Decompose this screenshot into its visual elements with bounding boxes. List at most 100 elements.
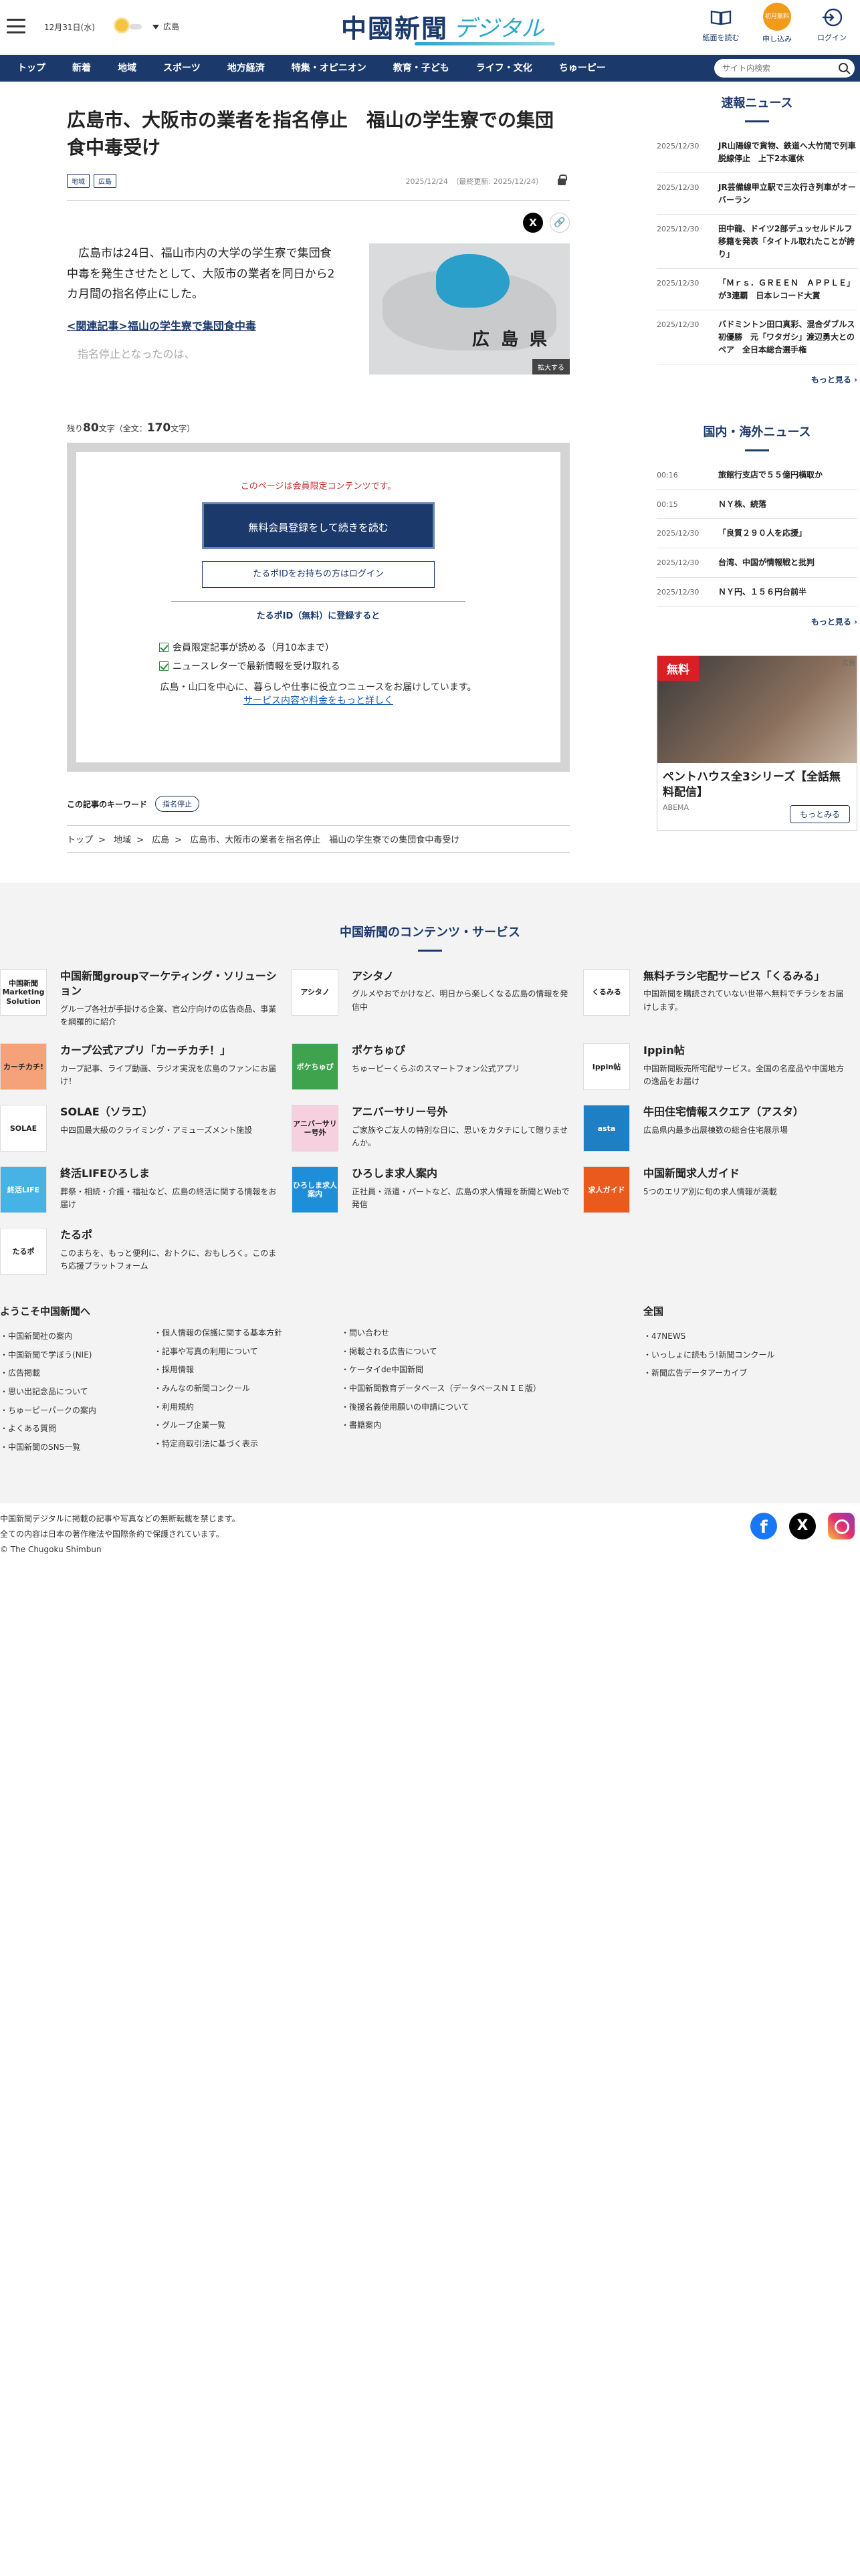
news-item[interactable]: 2025/12/30 JR芸備線甲立駅で三次行き列車がオーバーラン — [657, 173, 857, 215]
news-time: 2025/12/30 — [657, 225, 700, 234]
footer-link[interactable]: 新聞広告データアーカイブ — [643, 1364, 831, 1383]
x-icon[interactable]: X — [789, 1513, 816, 1539]
footer-link[interactable]: 問い合わせ — [341, 1324, 643, 1343]
service-item[interactable]: 終活LIFE 終活LIFEひろしま 葬祭・相続・介護・福祉など、広島の終活に関する情… — [0, 1166, 292, 1214]
footer-link[interactable]: ケータイde中国新聞 — [341, 1361, 643, 1380]
tag-hiroshima[interactable]: 広島 — [94, 173, 116, 188]
nav-item-new[interactable]: 新着 — [59, 55, 104, 82]
search-icon[interactable] — [839, 63, 848, 72]
footer-link[interactable]: 中国新聞で学ぼう(NIE) — [0, 1346, 154, 1365]
footer-link[interactable]: グループ企業一覧 — [154, 1416, 341, 1435]
tag-region[interactable]: 地域 — [67, 173, 90, 188]
service-item[interactable]: 中国新聞 Marketing Solution 中国新聞groupマーケティング・… — [0, 969, 292, 1029]
article-body: 広島市は24日、福山市内の大学の学生寮で集団食中毒を発生させたとして、大阪市の業… — [67, 243, 570, 404]
footer-link[interactable]: 採用情報 — [154, 1361, 341, 1380]
footer-link[interactable]: 思い出記念品について — [0, 1383, 154, 1402]
service-name: アニバーサリー号外 — [352, 1105, 448, 1119]
footer-col-2: 個人情報の保護に関する基本方針記事や写真の利用について採用情報みんなの新聞コンク… — [154, 1304, 341, 1457]
service-item[interactable]: ひろしま求人案内 ひろしま求人案内 正社員・派遣・パートなど、広島の求人情報を新聞と… — [292, 1166, 583, 1214]
remain-suffix: 文字（全文： — [98, 424, 147, 434]
ad-more-button[interactable]: もっとみる — [789, 805, 850, 824]
service-item[interactable]: asta 牛田住宅情報スクエア（アスタ） 広島県内最多出展棟数の総合住宅展示場 — [583, 1105, 851, 1152]
service-logo: アニバーサリー号外 — [292, 1105, 338, 1152]
register-button[interactable]: 無料会員登録をして続きを読む — [202, 502, 435, 550]
x-share-icon[interactable]: X — [523, 213, 543, 233]
news-item[interactable]: 2025/12/30 台湾、中国が情報戦と批判 — [657, 548, 857, 578]
news-item[interactable]: 00:16 旅館行支店で５５億円横取か — [657, 461, 857, 490]
region-selector[interactable]: 広島 — [152, 21, 179, 32]
news-item[interactable]: 2025/12/30 「Ｍｒｓ．ＧＲＥＥＮ ＡＰＰＬＥ」が3連覇 日本レコード大賞 — [657, 269, 857, 311]
footer-link[interactable]: 中国新聞のSNS一覧 — [0, 1438, 154, 1457]
service-item[interactable]: カーチカチ! カープ公式アプリ「カーチカチ！」 カープ記事、ライブ動画、ラジオ実況を… — [0, 1043, 292, 1091]
footer-link[interactable]: みんなの新聞コンクール — [154, 1380, 341, 1398]
footer-link[interactable]: 中国新聞社の案内 — [0, 1327, 154, 1346]
map-image[interactable]: 広 島 県 拡大する — [369, 243, 570, 375]
service-text: ポケちゅぴ ちゅーピーくらぶのスマートフォン公式アプリ — [352, 1043, 572, 1075]
service-item[interactable]: くるみる 無料チラシ宅配サービス「くるみる」 中国新聞を購読されていない世帯へ無料で… — [583, 969, 851, 1029]
facebook-icon[interactable]: f — [750, 1513, 777, 1539]
footer-link[interactable]: 書籍案内 — [341, 1416, 643, 1435]
advertisement[interactable]: 無料 広告 ペントハウス全3シリーズ【全話無料配信】 ABEMA もっとみる — [657, 655, 857, 831]
copy-link-icon[interactable]: 🔗 — [550, 213, 570, 233]
service-item[interactable]: 求人ガイド 中国新聞求人ガイド 5つのエリア別に旬の求人情報が満載 — [583, 1166, 851, 1214]
join-button[interactable]: 初月無料 申し込み — [756, 3, 798, 44]
search-input[interactable] — [722, 64, 836, 73]
nav-item-education[interactable]: 教育・子ども — [380, 55, 463, 82]
nav-item-economy[interactable]: 地方経済 — [214, 55, 278, 82]
service-description: 中四国最大級のクライミング・アミューズメント施設 — [60, 1125, 253, 1135]
service-item[interactable]: アニバーサリー号外 アニバーサリー号外 ご家族やご友人の特別な日に、思いをカタチにし… — [292, 1105, 583, 1152]
news-item[interactable]: 2025/12/30 田中龍、ドイツ2部デュッセルドルフ移籍を発表「タイトル取れた… — [657, 215, 857, 270]
service-item[interactable]: ポケちゅぴ ポケちゅぴ ちゅーピーくらぶのスマートフォン公式アプリ — [292, 1043, 583, 1091]
footer-link[interactable]: よくある質問 — [0, 1420, 154, 1438]
service-name: 牛田住宅情報スクエア（アスタ） — [643, 1105, 804, 1119]
service-details-link[interactable]: サービス内容や料金をもっと詳しく — [243, 695, 393, 706]
sunny-weather-icon — [114, 17, 130, 33]
login-with-id-button[interactable]: たるポIDをお持ちの方はログイン — [202, 561, 435, 588]
nav-item-opinion[interactable]: 特集・オピニオン — [278, 55, 380, 82]
related-article-link[interactable]: <関連記事>福山の学生寮で集団食中毒 — [67, 317, 341, 333]
keyword-chip[interactable]: 指名停止 — [155, 796, 200, 813]
site-logo[interactable]: 中國新聞 デジタル — [341, 9, 559, 45]
breadcrumb-hiroshima[interactable]: 広島 — [152, 835, 169, 845]
login-button[interactable]: ログイン — [811, 5, 853, 43]
service-item[interactable]: Ippin帖 Ippin帖 中国新聞販売所宅配サービス。全国の名産品や中国地方の逸品… — [583, 1043, 851, 1091]
nav-item-region[interactable]: 地域 — [104, 55, 150, 82]
footer-link[interactable]: 掲載される広告について — [341, 1343, 643, 1362]
paywall-panel: このページは会員限定コンテンツです。 無料会員登録をして続きを読む たるポIDを… — [76, 452, 560, 763]
footer-link[interactable]: 47NEWS — [643, 1327, 831, 1346]
footer-link[interactable]: 中国新聞教育データベース（データベースＮＩＥ版） — [341, 1380, 643, 1398]
news-item[interactable]: 2025/12/30 JR山陽線で貨物、鉄道へ大竹間で列車脱線停止 上下2本運休 — [657, 132, 857, 174]
article-title: 広島市、大阪市の業者を指名停止 福山の学生寮での集団食中毒受け — [67, 109, 554, 158]
sns-links: f X — [750, 1513, 855, 1539]
footer-link[interactable]: 広告掲載 — [0, 1364, 154, 1383]
login-icon — [823, 8, 843, 27]
instagram-icon[interactable] — [828, 1513, 855, 1539]
menu-icon[interactable] — [7, 19, 25, 33]
news-item[interactable]: 2025/12/30 バドミントン田口真彩、混合ダブルス初優勝 元「ワタガシ」渡辺… — [657, 310, 857, 365]
footer-link[interactable]: 特定商取引法に基づく表示 — [154, 1435, 341, 1454]
nav-item-top[interactable]: トップ — [4, 55, 59, 82]
footer-link[interactable]: ちゅーピーパークの案内 — [0, 1402, 154, 1420]
nav-item-sports[interactable]: スポーツ — [150, 55, 214, 82]
breadcrumb-region[interactable]: 地域 — [114, 835, 131, 845]
news-item[interactable]: 00:15 ＮＹ株、続落 — [657, 490, 857, 520]
service-item[interactable]: たるポ たるポ このまちを、もっと便利に、おトクに、おもしろく。このまち応援プラット… — [0, 1228, 292, 1275]
service-item[interactable]: アシタノ アシタノ グルメやおでかけなど、明日から楽しくなる広島の情報を発信中 — [292, 969, 583, 1029]
news-item[interactable]: 2025/12/30 「良質２９０人を応援」 — [657, 519, 857, 548]
service-item[interactable]: SOLAE SOLAE（ソラエ） 中四国最大級のクライミング・アミューズメント施設 — [0, 1105, 292, 1152]
footer-link[interactable]: いっしょに読もう!新聞コンクール — [643, 1346, 831, 1365]
news-item[interactable]: 2025/12/30 ＮＹ円、１５６円台前半 — [657, 578, 857, 607]
footer-link[interactable]: 利用規約 — [154, 1398, 341, 1417]
more-link[interactable]: もっと見る › — [657, 616, 857, 627]
footer-link[interactable]: 個人情報の保護に関する基本方針 — [154, 1324, 341, 1343]
footer-link[interactable]: 後援名義使用願いの申請について — [341, 1398, 643, 1417]
breadcrumb-top[interactable]: トップ — [67, 835, 93, 845]
more-link[interactable]: もっと見る › — [657, 374, 857, 385]
nav-item-chupy[interactable]: ちゅーピー — [546, 55, 619, 82]
paper-button[interactable]: 紙面を読む — [700, 5, 742, 43]
zoom-button[interactable]: 拡大する — [532, 359, 570, 375]
footer-link[interactable]: 記事や写真の利用について — [154, 1343, 341, 1362]
paywall: このページは会員限定コンテンツです。 無料会員登録をして続きを読む たるポIDを… — [67, 443, 570, 772]
nav-item-life[interactable]: ライフ・文化 — [463, 55, 546, 82]
service-description: 中国新聞販売所宅配サービス。全国の名産品や中国地方の逸品をお届け — [643, 1063, 845, 1086]
